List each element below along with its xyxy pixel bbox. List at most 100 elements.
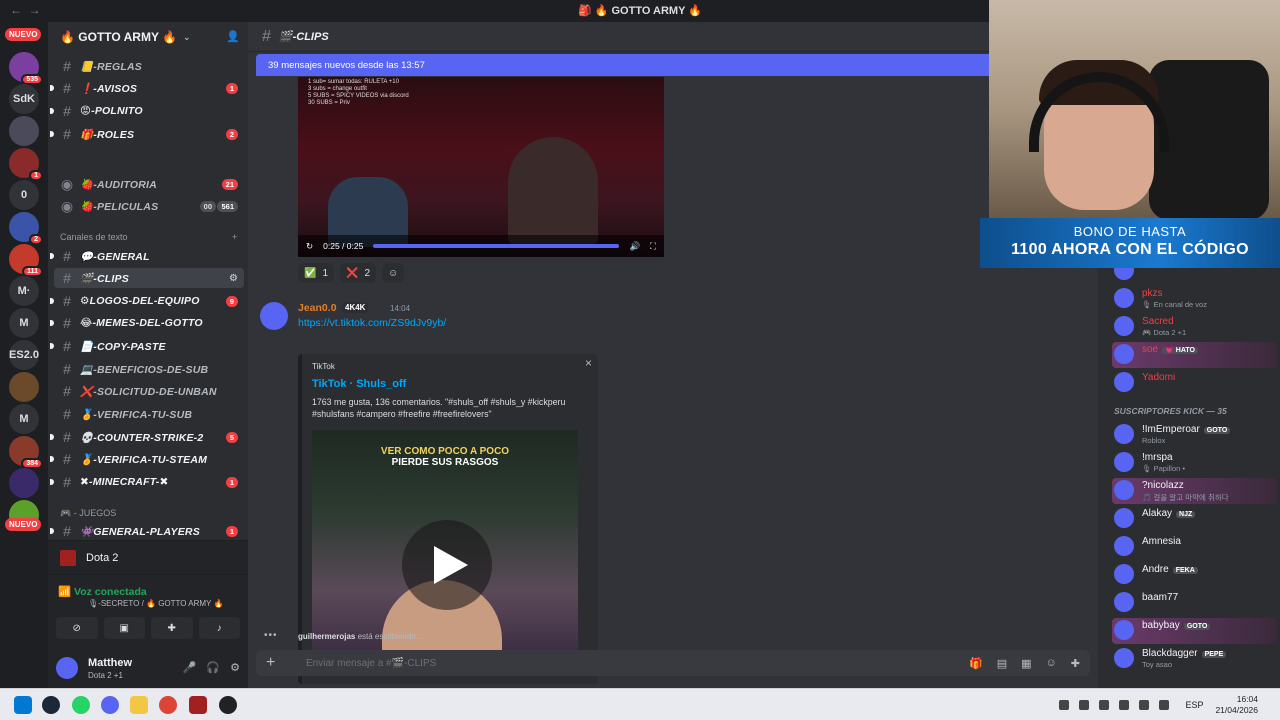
steam-icon[interactable] (42, 696, 60, 714)
server-icon[interactable]: SdK (9, 84, 39, 114)
clock[interactable]: 16:04 21/04/2026 (1215, 694, 1258, 716)
replay-icon[interactable]: ↻ (306, 241, 313, 252)
server-icon[interactable] (9, 468, 39, 498)
tray-icon[interactable] (1119, 700, 1130, 710)
folder-icon[interactable] (130, 696, 148, 714)
soundboard-button[interactable]: ♪ (198, 617, 240, 639)
server-icon[interactable]: 111 (9, 244, 43, 277)
embed-title[interactable]: TikTok · Shuls_off (312, 378, 406, 390)
message-author[interactable]: Jean0.0 (298, 302, 337, 314)
whatsapp-icon[interactable] (72, 696, 90, 714)
channel-item[interactable]: # ❌-SOLICITUD-DE-UNBAN (54, 381, 244, 401)
server-icon[interactable] (9, 372, 39, 402)
screen-share-button[interactable]: ▣ (103, 617, 145, 639)
settings-icon[interactable]: ⚙ (230, 661, 240, 674)
member-item[interactable]: !ImEmperoar GOTO Roblox (1112, 422, 1277, 448)
tray-icon[interactable] (1079, 700, 1090, 710)
game-activity[interactable]: Dota 2 (48, 541, 248, 575)
play-icon[interactable] (402, 520, 492, 610)
fullscreen-icon[interactable]: ⛶ (650, 241, 656, 252)
composer-placeholder[interactable]: Enviar mensaje a #🎬-CLIPS (306, 658, 436, 669)
avatar[interactable] (260, 302, 288, 330)
add-channel-icon[interactable]: + (232, 232, 237, 242)
add-attachment-icon[interactable]: + (266, 654, 288, 672)
message-composer[interactable]: + Enviar mensaje a #🎬-CLIPS 🎁 ▤ ▦ ☺ ✚ (256, 650, 1090, 676)
channel-item[interactable]: # 😡-POLNITO (50, 101, 244, 121)
volume-icon[interactable]: 🔊 (629, 241, 640, 252)
channel-item[interactable]: # 🎬-CLIPS ⚙ (54, 268, 244, 288)
channel-item[interactable]: # 📒-REGLAS (54, 56, 244, 76)
category-header[interactable]: Canales de texto + (60, 232, 237, 242)
channel-item[interactable]: # 🏅-VERIFICA-TU-SUB (54, 404, 244, 424)
tray-icons[interactable] (1059, 700, 1170, 710)
member-item[interactable]: Amnesia (1112, 534, 1277, 560)
volume-icon[interactable] (1159, 700, 1170, 710)
language-indicator[interactable]: ESP (1185, 700, 1203, 710)
server-icon[interactable]: M (9, 308, 39, 338)
server-icon[interactable]: ES2.0 (9, 340, 39, 370)
member-item[interactable]: Alakay NJZ (1112, 506, 1277, 532)
member-item[interactable]: baam77 (1112, 590, 1277, 616)
gift-icon[interactable]: 🎁 (969, 657, 983, 670)
guild-header[interactable]: 🔥 GOTTO ARMY 🔥 ⌄ 👤 (48, 22, 248, 52)
channel-item[interactable]: # ❗-AVISOS 1 (50, 78, 244, 98)
reaction-cross[interactable]: ❌ 2 (340, 263, 377, 283)
windows-start-icon[interactable] (14, 696, 32, 714)
channel-item[interactable]: # 🏅-VERIFICA-TU-STEAM (50, 449, 244, 469)
member-item[interactable]: pkzs 🎙 En canal de voz (1112, 286, 1277, 312)
mute-icon[interactable]: 🎤 (183, 661, 197, 674)
camera-off-button[interactable]: ⊘ (56, 617, 98, 639)
channel-item[interactable]: # ⚙LOGOS-DEL-EQUIPO 9 (50, 291, 244, 311)
member-item[interactable]: Blackdagger PEPE Toy asao (1112, 646, 1277, 672)
embed-video-thumbnail[interactable]: VER COMO POCO A POCO PIERDE SUS RASGOS (312, 430, 578, 660)
server-icon[interactable]: 2 (9, 212, 43, 245)
app-icon[interactable] (219, 696, 237, 714)
channel-item[interactable]: # 👾GENERAL-PLAYERS 1 (50, 521, 244, 541)
channel-settings-icon[interactable]: ⚙ (229, 273, 238, 284)
emoji-icon[interactable]: ☺ (1046, 657, 1057, 670)
activities-button[interactable]: ✚ (151, 617, 193, 639)
channel-item[interactable]: ◉ 🍓-PELICULAS 00 561 (54, 196, 244, 216)
new-messages-bar[interactable]: 39 mensajes nuevos desde las 13:57 (256, 54, 1098, 76)
channel-item[interactable]: # 💬-GENERAL (50, 246, 244, 266)
server-icon[interactable]: 535 (9, 52, 43, 85)
discord-icon[interactable] (101, 696, 119, 714)
voice-connected-label[interactable]: 📶 Voz conectada (58, 585, 147, 598)
member-item[interactable]: soe 💗 HATO (1112, 342, 1277, 368)
channel-item[interactable]: # ✖-MINECRAFT-✖ 1 (50, 472, 244, 492)
server-icon[interactable]: M (9, 404, 39, 434)
tray-icon[interactable] (1099, 700, 1110, 710)
add-member-icon[interactable]: 👤 (226, 30, 240, 43)
dota-icon[interactable] (189, 696, 207, 714)
sticker-icon[interactable]: ▦ (1021, 657, 1031, 670)
member-item[interactable]: babybay GOTO (1112, 618, 1277, 644)
server-icon[interactable]: M· (9, 276, 39, 306)
channel-item[interactable]: # 😂-MEMES-DEL-GOTTO (50, 313, 244, 333)
video-progress[interactable] (373, 244, 620, 248)
avatar[interactable] (56, 657, 78, 679)
add-reaction-button[interactable]: ☺ (382, 263, 405, 283)
message-link[interactable]: https://vt.tiktok.com/ZS9dJv9yb/ (298, 317, 446, 329)
close-icon[interactable]: × (585, 356, 592, 370)
apps-icon[interactable]: ✚ (1071, 657, 1080, 670)
category-header[interactable]: 🎮 - JUEGOS (60, 508, 116, 519)
server-icon[interactable]: 1 (9, 148, 43, 181)
chrome-icon[interactable] (159, 696, 177, 714)
member-item[interactable]: Andre FEKA (1112, 562, 1277, 588)
member-item[interactable]: Yadomi (1112, 370, 1277, 396)
member-item[interactable]: !mrspa 🎙 Papillon • (1112, 450, 1277, 476)
channel-item[interactable]: # 💀-COUNTER-STRIKE-2 5 (50, 427, 244, 447)
channel-item[interactable]: # 💻-BENEFICIOS-DE-SUB (54, 359, 244, 379)
member-item[interactable]: ?nicolazz 🎵 걸을 알고 마약에 취하다 (1112, 478, 1277, 504)
channel-item[interactable]: # 🎁-ROLES 2 (50, 124, 244, 144)
reaction-check[interactable]: ✅ 1 (298, 263, 335, 283)
video-player[interactable]: 1 sub= sumar todas: RULETA +10 3 subs = c… (298, 77, 664, 257)
channel-item[interactable]: ◉ 🍓-AUDITORIA 21 (54, 174, 244, 194)
gif-icon[interactable]: ▤ (997, 657, 1007, 670)
wifi-icon[interactable] (1139, 700, 1150, 710)
member-item[interactable]: Sacred 🎮 Dota 2 +1 (1112, 314, 1277, 340)
channel-item[interactable]: # 📄-COPY-PASTE (50, 336, 244, 356)
server-icon[interactable] (9, 116, 39, 146)
deafen-icon[interactable]: 🎧 (206, 661, 220, 674)
server-icon[interactable]: 0 (9, 180, 39, 210)
